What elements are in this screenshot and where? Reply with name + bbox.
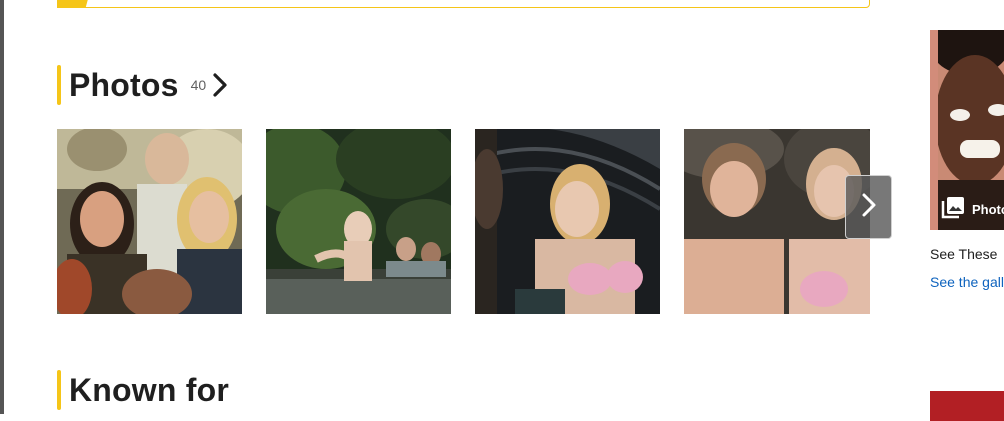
chevron-right-icon <box>861 192 877 223</box>
sidebar-badge-label: Photos <box>972 202 1004 217</box>
photo-thumbnail-2[interactable] <box>266 129 451 314</box>
banner-accent-tab <box>57 0 91 8</box>
top-banner[interactable] <box>57 0 870 8</box>
photo-3-image <box>475 129 660 314</box>
known-for-section-header: Known for <box>57 370 229 410</box>
photo-1-image <box>57 129 242 314</box>
photo-4-image <box>684 129 870 314</box>
known-for-title: Known for <box>69 371 229 408</box>
sidebar-gallery-card[interactable]: Photos <box>930 30 1004 230</box>
carousel-next-button[interactable] <box>845 175 892 239</box>
photo-thumbnail-3[interactable] <box>475 129 660 314</box>
photo-library-icon <box>940 194 966 225</box>
photos-title[interactable]: Photos <box>69 67 179 104</box>
sidebar-gallery-link[interactable]: See the gallery <box>930 274 1004 290</box>
photos-section-header[interactable]: Photos 40 <box>57 65 228 105</box>
photo-2-image <box>266 129 451 314</box>
photo-thumbnail-1[interactable] <box>57 129 242 314</box>
sidebar-card-thumbnail[interactable] <box>930 391 1004 421</box>
section-accent-bar <box>57 370 61 410</box>
sidebar-photos-badge: Photos <box>940 194 1004 225</box>
left-edge-divider <box>0 0 4 414</box>
photo-thumbnail-4[interactable] <box>684 129 870 314</box>
sidebar-card-title[interactable]: See These <box>930 246 997 262</box>
photos-count: 40 <box>190 77 207 93</box>
section-accent-bar <box>57 65 61 105</box>
chevron-right-icon[interactable] <box>212 72 228 98</box>
